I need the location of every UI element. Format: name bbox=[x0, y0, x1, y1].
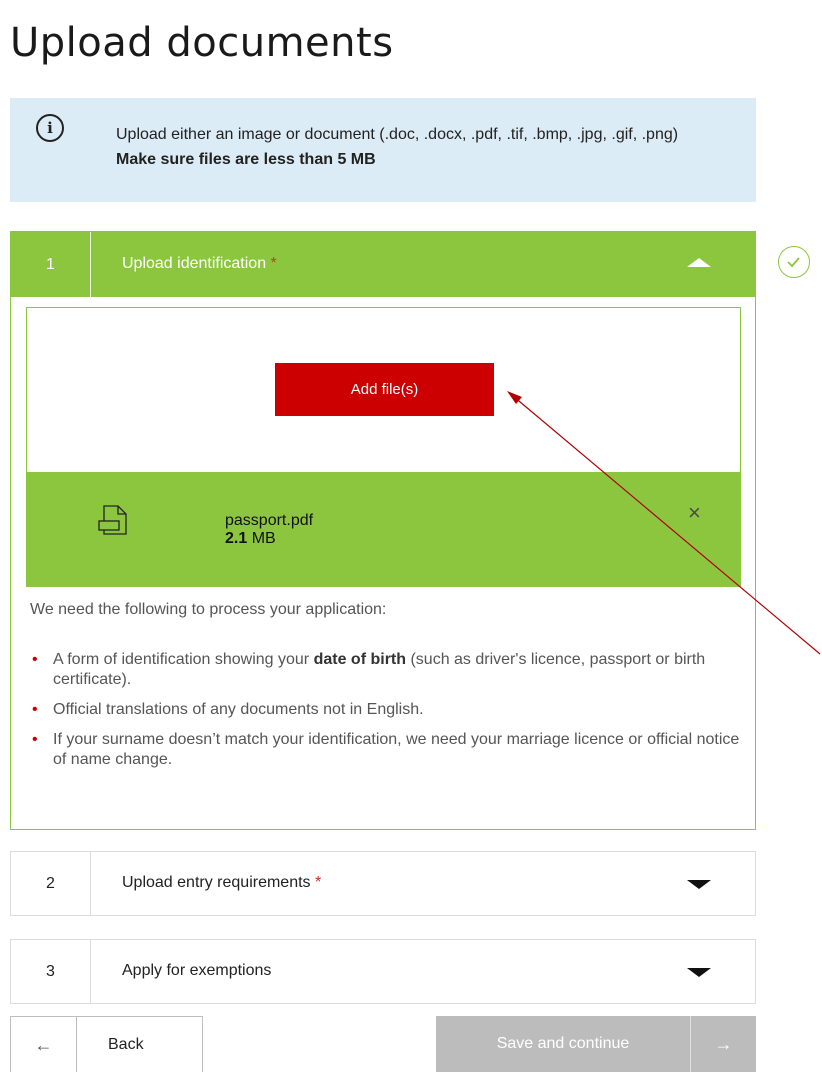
file-size-value: 2.1 bbox=[225, 530, 248, 547]
chevron-down-icon[interactable] bbox=[687, 880, 711, 889]
close-icon[interactable]: × bbox=[688, 502, 701, 524]
save-and-continue-button[interactable]: Save and continue → bbox=[436, 1016, 756, 1072]
checkmark-glyph bbox=[787, 257, 800, 268]
info-text-main: Upload either an image or document (.doc… bbox=[116, 126, 679, 143]
section-3-number: 3 bbox=[11, 940, 91, 1003]
back-button[interactable]: ← Back bbox=[10, 1016, 203, 1072]
req-1-bold: date of birth bbox=[313, 651, 407, 668]
file-document-icon bbox=[98, 505, 127, 535]
section-upload-identification: 1 Upload identification * Add file(s) pa… bbox=[10, 231, 756, 830]
section-1-number: 1 bbox=[11, 232, 91, 297]
req-3-text: If your surname doesn’t match your ident… bbox=[53, 731, 740, 768]
list-item: A form of identification showing your da… bbox=[30, 650, 740, 690]
list-item: If your surname doesn’t match your ident… bbox=[30, 730, 740, 770]
required-marker: * bbox=[315, 874, 322, 891]
save-label: Save and continue bbox=[496, 1035, 630, 1052]
section-upload-entry-requirements[interactable]: 2 Upload entry requirements * bbox=[10, 851, 756, 916]
uploaded-file: passport.pdf 2.1 MB × bbox=[26, 472, 741, 587]
section-2-number: 2 bbox=[11, 852, 91, 915]
requirements-list: A form of identification showing your da… bbox=[30, 650, 740, 780]
back-label: Back bbox=[108, 1036, 144, 1053]
arrow-right-icon: → bbox=[690, 1016, 756, 1072]
arrow-left-icon: ← bbox=[11, 1017, 77, 1072]
req-2-text: Official translations of any documents n… bbox=[53, 701, 424, 718]
info-icon: i bbox=[36, 114, 64, 142]
info-text-bold: Make sure files are less than 5 MB bbox=[116, 151, 376, 168]
info-text: Upload either an image or document (.doc… bbox=[116, 122, 716, 172]
chevron-down-icon[interactable] bbox=[687, 968, 711, 977]
section-1-header[interactable]: 1 Upload identification * bbox=[11, 232, 755, 297]
file-size: 2.1 MB bbox=[225, 530, 276, 548]
section-apply-for-exemptions[interactable]: 3 Apply for exemptions bbox=[10, 939, 756, 1004]
file-drop-zone[interactable]: Add file(s) bbox=[26, 307, 741, 472]
check-icon bbox=[778, 246, 810, 278]
section-2-title: Upload entry requirements * bbox=[122, 874, 321, 892]
page-title: Upload documents bbox=[10, 20, 394, 66]
info-banner: i Upload either an image or document (.d… bbox=[10, 98, 756, 202]
requirements-intro: We need the following to process your ap… bbox=[30, 601, 387, 618]
list-item: Official translations of any documents n… bbox=[30, 700, 740, 720]
file-size-unit: MB bbox=[251, 530, 276, 547]
required-marker: * bbox=[270, 255, 277, 272]
section-1-title-text: Upload identification bbox=[122, 255, 267, 272]
section-2-title-text: Upload entry requirements bbox=[122, 874, 311, 891]
req-1-before: A form of identification showing your bbox=[53, 651, 314, 668]
chevron-up-icon[interactable] bbox=[687, 258, 711, 267]
section-1-title: Upload identification * bbox=[122, 255, 277, 273]
add-files-button[interactable]: Add file(s) bbox=[275, 363, 494, 416]
section-3-title: Apply for exemptions bbox=[122, 962, 272, 979]
file-name: passport.pdf bbox=[225, 512, 314, 529]
